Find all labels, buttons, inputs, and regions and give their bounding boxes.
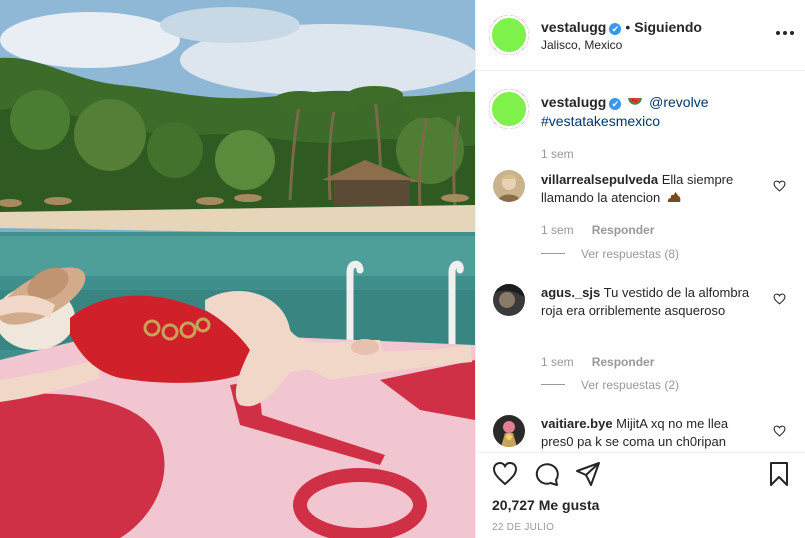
comment-username[interactable]: villarrealsepulveda xyxy=(541,172,658,187)
comment-icon[interactable] xyxy=(534,461,560,487)
reply-button[interactable]: Responder xyxy=(592,355,655,369)
instagram-post: vestalugg ✔ • Siguiendo Jalisco, Mexico ves… xyxy=(0,0,805,538)
commenter-avatar[interactable] xyxy=(493,415,525,447)
comment-1-meta: 1 sem Responder xyxy=(541,223,654,237)
comment-3: vaitiare.bye MijitA xq no me llea pres0 … xyxy=(541,415,761,451)
caption-author-avatar[interactable] xyxy=(489,89,529,129)
replies-line-icon xyxy=(541,384,565,385)
like-comment-heart-icon[interactable] xyxy=(773,425,786,437)
avatar-photo xyxy=(493,170,525,202)
post-date[interactable]: 22 DE JULIO xyxy=(492,522,554,533)
poop-emoji-icon xyxy=(667,192,681,202)
view-replies-button[interactable]: Ver respuestas (8) xyxy=(541,247,679,261)
verified-badge-icon: ✔ xyxy=(609,98,622,110)
like-comment-heart-icon[interactable] xyxy=(773,180,786,192)
melon-emoji-icon xyxy=(628,97,643,105)
verified-badge-icon: ✔ xyxy=(609,23,622,35)
post-header: vestalugg ✔ • Siguiendo Jalisco, Mexico xyxy=(476,0,805,71)
comment-time[interactable]: 1 sem xyxy=(541,355,574,369)
following-button[interactable]: Siguiendo xyxy=(634,19,702,35)
author-avatar[interactable] xyxy=(489,15,529,55)
author-username[interactable]: vestalugg xyxy=(541,19,606,35)
separator-dot: • xyxy=(625,19,631,35)
view-replies-button[interactable]: Ver respuestas (2) xyxy=(541,378,679,392)
commenter-avatar[interactable] xyxy=(493,170,525,202)
avatar-photo xyxy=(493,284,525,316)
comment-2-meta: 1 sem Responder xyxy=(541,355,654,369)
comment-username[interactable]: agus._sjs xyxy=(541,285,600,300)
more-options-icon[interactable] xyxy=(774,25,796,41)
bookmark-icon[interactable] xyxy=(766,461,792,487)
beach-photo-illustration xyxy=(0,0,475,538)
reply-button[interactable]: Responder xyxy=(592,223,655,237)
post-caption: vestalugg ✔ @revolve #vestatakesmexico xyxy=(541,93,791,131)
likes-count[interactable]: 20,727 Me gusta xyxy=(492,497,599,513)
post-details-panel: vestalugg ✔ • Siguiendo Jalisco, Mexico ves… xyxy=(475,0,805,538)
like-comment-heart-icon[interactable] xyxy=(773,293,786,305)
comment-2: agus._sjs Tu vestido de la alfombra roja… xyxy=(541,284,761,320)
heart-icon[interactable] xyxy=(492,461,518,487)
replies-line-icon xyxy=(541,253,565,254)
view-replies-label: Ver respuestas (8) xyxy=(581,247,680,261)
comment-1: villarrealsepulveda Ella siempre llamand… xyxy=(541,171,761,207)
caption-username[interactable]: vestalugg xyxy=(541,94,606,110)
author-line: vestalugg ✔ • Siguiendo xyxy=(541,19,702,35)
commenter-avatar[interactable] xyxy=(493,284,525,316)
view-replies-label: Ver respuestas (2) xyxy=(581,378,680,392)
mention-link[interactable]: @revolve xyxy=(649,94,708,110)
comment-time[interactable]: 1 sem xyxy=(541,223,574,237)
hashtag-link[interactable]: #vestatakesmexico xyxy=(541,113,660,129)
post-location[interactable]: Jalisco, Mexico xyxy=(541,38,622,52)
post-actions: 20,727 Me gusta 22 DE JULIO xyxy=(476,452,805,538)
avatar-photo xyxy=(493,415,525,447)
caption-time[interactable]: 1 sem xyxy=(541,147,574,161)
comments-list[interactable]: vestalugg ✔ @revolve #vestatakesmexico 1 … xyxy=(476,72,805,452)
share-icon[interactable] xyxy=(575,461,601,487)
comment-username[interactable]: vaitiare.bye xyxy=(541,416,613,431)
post-photo[interactable] xyxy=(0,0,475,538)
